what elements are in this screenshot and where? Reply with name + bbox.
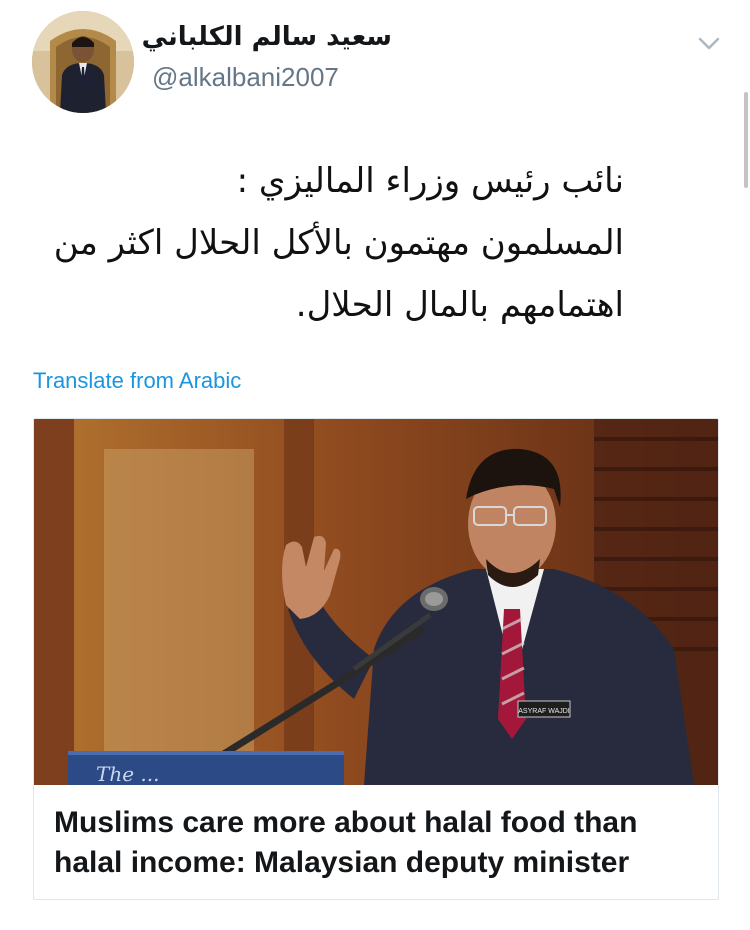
link-card[interactable]: ASYRAF WAJDI The ... Muslims care more a… — [33, 418, 719, 900]
tweet-text-line: المسلمون مهتمون بالأكل الحلال اكثر من — [53, 223, 624, 263]
tweet-text: نائب رئيس وزراء الماليزي : المسلمون مهتم… — [36, 150, 624, 336]
name-tag: ASYRAF WAJDI — [518, 708, 570, 715]
podium-text: The ... — [96, 762, 160, 785]
tweet-text-line: نائب رئيس وزراء الماليزي : — [236, 161, 624, 201]
display-name[interactable]: سعيد سالم الكلباني — [142, 22, 392, 52]
tweet-header: سعيد سالم الكلباني @alkalbani2007 — [0, 0, 750, 130]
card-title[interactable]: Muslims care more about halal food than … — [54, 803, 714, 883]
tweet-text-line: اهتمامهم بالمال الحلال. — [295, 285, 624, 325]
avatar[interactable] — [32, 11, 134, 113]
chevron-down-icon[interactable] — [696, 30, 722, 56]
card-image[interactable]: ASYRAF WAJDI The ... — [34, 419, 718, 785]
translate-link[interactable]: Translate from Arabic — [33, 368, 241, 394]
user-handle[interactable]: @alkalbani2007 — [152, 62, 339, 93]
